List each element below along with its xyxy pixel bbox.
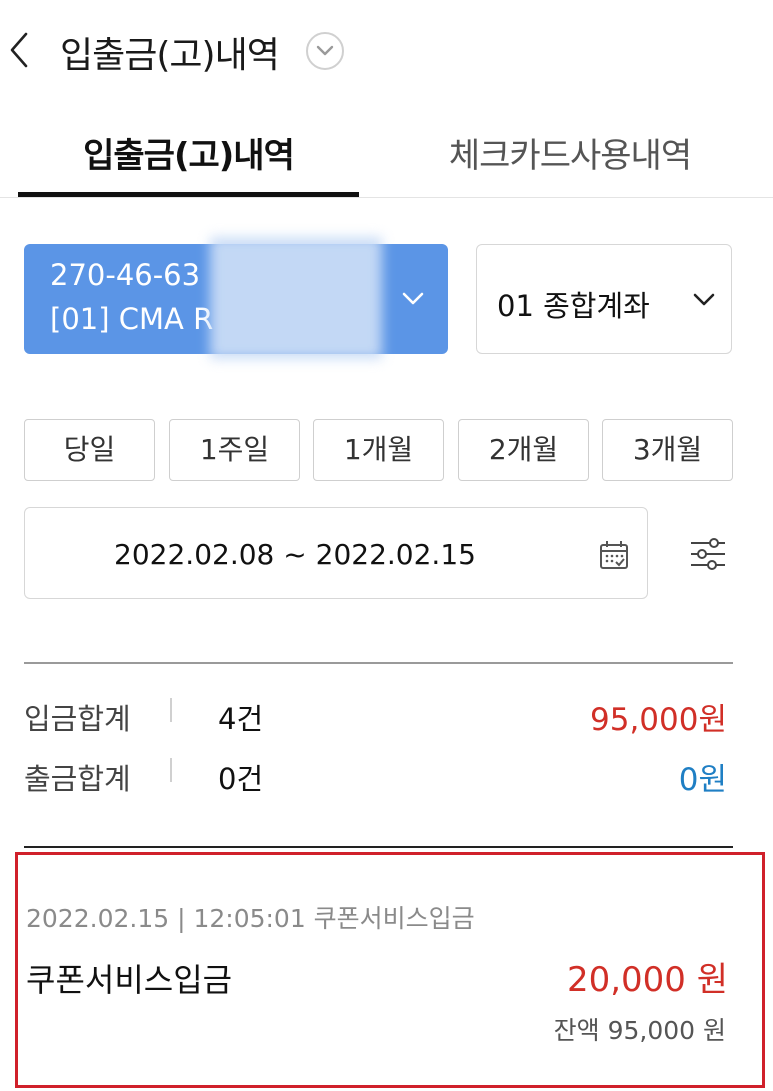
- back-icon[interactable]: [6, 30, 36, 70]
- period-today-button[interactable]: 당일: [24, 419, 155, 481]
- account-selector[interactable]: 270-46-63 [01] CMA R: [24, 237, 448, 359]
- transaction-name: 쿠폰서비스입금: [26, 961, 233, 999]
- tab-deposit-withdrawal[interactable]: 입출금(고)내역: [18, 128, 359, 177]
- divider: [24, 846, 733, 848]
- period-1week-button[interactable]: 1주일: [169, 419, 300, 481]
- date-range-text: 2022.02.08 ~ 2022.02.15: [114, 538, 476, 571]
- deposit-total-label: 입금합계: [24, 702, 131, 736]
- filter-settings-icon[interactable]: [688, 534, 728, 574]
- separator: [170, 758, 172, 782]
- withdraw-count: 0건: [218, 762, 264, 796]
- transaction-item[interactable]: 2022.02.15 | 12:05:01 쿠폰서비스입금 쿠폰서비스입금 20…: [15, 852, 765, 1088]
- date-range-field[interactable]: 2022.02.08 ~ 2022.02.15: [24, 507, 648, 599]
- transaction-amount: 20,000 원: [566, 960, 728, 1000]
- account-number: 270-46-63: [50, 258, 201, 292]
- chevron-down-icon: [689, 285, 719, 315]
- redaction-blur: [210, 237, 382, 359]
- tab-check-card[interactable]: 체크카드사용내역: [400, 128, 740, 177]
- separator: [170, 698, 172, 722]
- account-name: [01] CMA R: [50, 302, 214, 336]
- withdraw-amount: 0원: [678, 762, 727, 798]
- deposit-count: 4건: [218, 702, 264, 736]
- account-type-label: 01 종합계좌: [497, 289, 650, 323]
- account-type-selector[interactable]: 01 종합계좌: [476, 244, 732, 354]
- withdraw-total-label: 출금합계: [24, 762, 131, 796]
- transaction-meta: 2022.02.15 | 12:05:01 쿠폰서비스입금: [26, 904, 475, 933]
- chevron-down-icon[interactable]: [306, 32, 344, 70]
- period-2month-button[interactable]: 2개월: [458, 419, 589, 481]
- divider: [24, 662, 733, 664]
- calendar-icon[interactable]: [597, 538, 631, 572]
- page-title: 입출금(고)내역: [60, 35, 280, 76]
- transaction-balance: 잔액 95,000 원: [553, 1016, 726, 1045]
- chevron-down-icon: [396, 282, 430, 316]
- period-3month-button[interactable]: 3개월: [602, 419, 733, 481]
- deposit-amount: 95,000원: [590, 702, 727, 738]
- divider: [0, 197, 773, 198]
- period-1month-button[interactable]: 1개월: [313, 419, 444, 481]
